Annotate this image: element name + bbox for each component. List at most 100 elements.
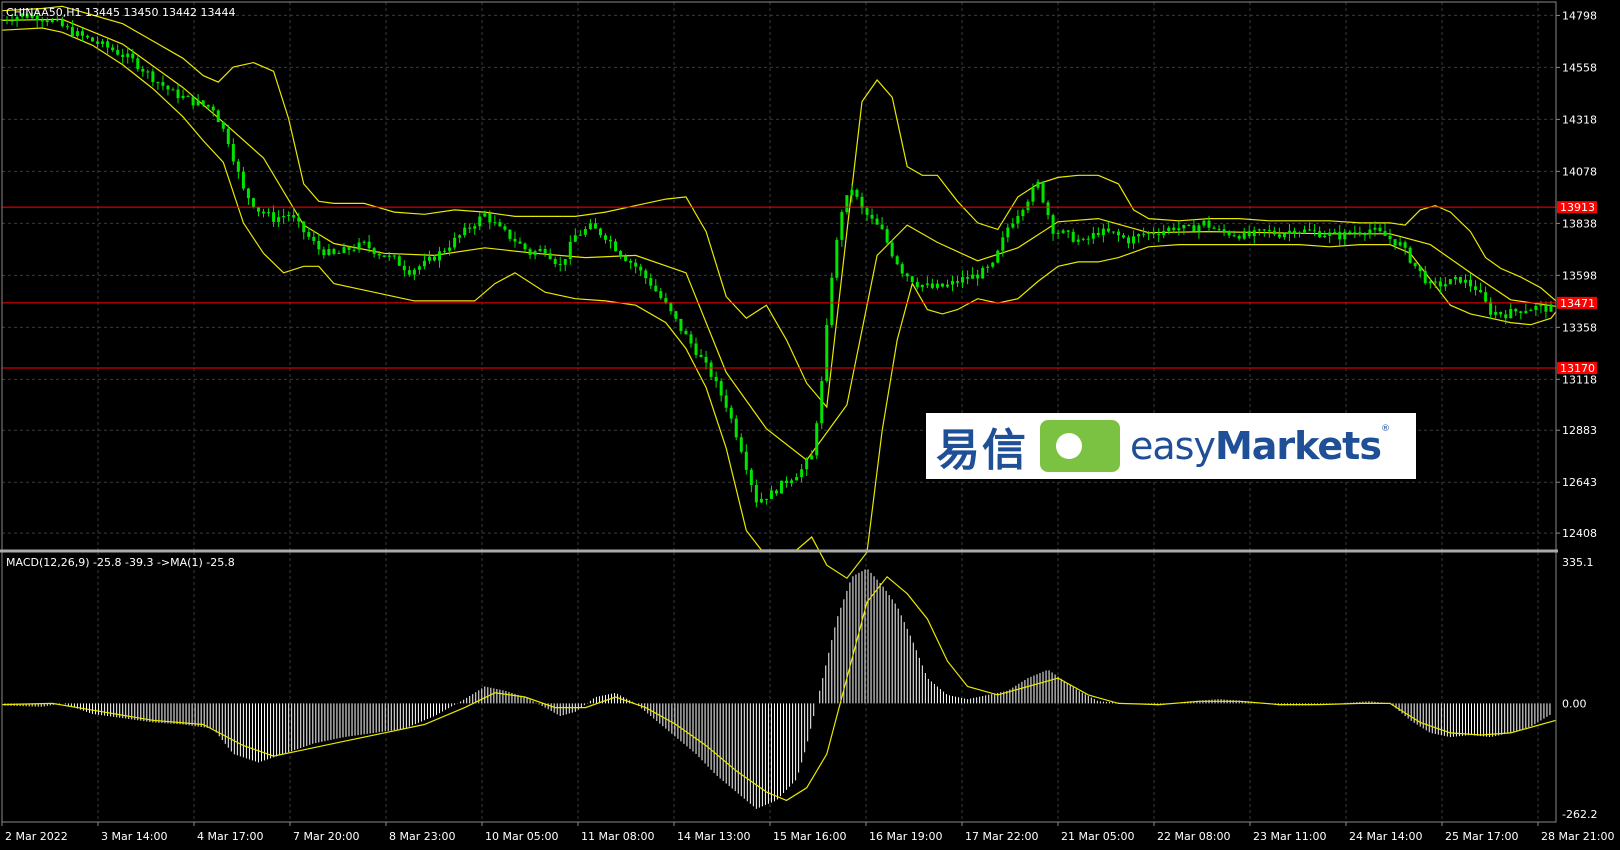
candle-body [473, 226, 477, 229]
candle-body [1549, 304, 1553, 312]
candle-body [121, 54, 125, 58]
price-axis-label: 12408 [1562, 527, 1597, 540]
candle-body [699, 354, 703, 357]
candle-body [1202, 220, 1206, 226]
time-axis-label: 2 Mar 2022 [5, 830, 68, 843]
candle-body [1353, 232, 1357, 234]
candle-body [609, 239, 613, 242]
candle-body [327, 249, 331, 255]
candle-body [1514, 308, 1518, 312]
macd-label: MACD(12,26,9) -25.8 -39.3 ->MA(1) -25.8 [6, 556, 235, 569]
candle-body [810, 455, 814, 460]
candle-body [543, 248, 547, 254]
price-axis-label: 13358 [1562, 321, 1597, 334]
candle-body [272, 212, 276, 222]
candle-body [1227, 231, 1231, 236]
candle-body [453, 237, 457, 248]
level-price-label: 13913 [1560, 201, 1595, 214]
candle-body [1494, 312, 1498, 315]
candle-body [146, 71, 150, 73]
candle-body [256, 207, 260, 212]
candle-body [598, 228, 602, 236]
candle-body [795, 476, 799, 481]
candle-body [1479, 289, 1483, 293]
time-axis-label: 24 Mar 14:00 [1349, 830, 1422, 843]
candle-body [603, 235, 607, 240]
candle-body [769, 490, 773, 500]
candle-body [367, 241, 371, 249]
candle-body [246, 188, 250, 199]
level-price-label: 13471 [1560, 297, 1595, 310]
candle-body [1222, 229, 1226, 232]
candle-body [774, 490, 778, 494]
candle-body [1257, 229, 1261, 231]
candle-body [1438, 281, 1442, 287]
candle-body [875, 218, 879, 225]
candle-body [1147, 232, 1151, 234]
candle-body [749, 469, 753, 486]
candle-body [885, 229, 889, 243]
candle-body [568, 241, 572, 260]
candle-body [463, 227, 467, 236]
price-axis-label: 14078 [1562, 165, 1597, 178]
candle-body [553, 259, 557, 265]
symbol-label: CHINAA50,H1 13445 13450 13442 13444 [6, 6, 236, 19]
candle-body [136, 58, 140, 69]
candle-body [845, 195, 849, 213]
candle-body [1504, 314, 1508, 319]
candle-body [503, 226, 507, 230]
candle-body [352, 249, 356, 251]
candle-body [262, 211, 266, 214]
candle-body [1152, 232, 1156, 235]
candle-body [644, 270, 648, 279]
candle-body [50, 20, 54, 23]
candle-body [201, 100, 205, 105]
candle-body [478, 216, 482, 227]
candle-body [805, 459, 809, 470]
candle-body [427, 256, 431, 261]
candle-body [1157, 234, 1161, 236]
candle-body [558, 264, 562, 266]
candle-body [1036, 181, 1040, 188]
candle-body [1333, 231, 1337, 233]
price-axis-label: 13118 [1562, 373, 1597, 386]
candle-body [764, 498, 768, 500]
candle-body [1378, 227, 1382, 232]
candle-body [267, 212, 271, 214]
candle-body [1247, 231, 1251, 237]
candle-body [362, 241, 366, 243]
price-axis-label: 12883 [1562, 424, 1597, 437]
candle-body [1363, 233, 1367, 235]
candle-body [1318, 231, 1322, 238]
candle-body [1071, 231, 1075, 242]
time-axis-label: 15 Mar 16:00 [773, 830, 846, 843]
price-axis-label: 14798 [1562, 9, 1597, 22]
candle-body [935, 283, 939, 288]
candle-body [106, 41, 110, 48]
candle-body [714, 376, 718, 382]
candle-body [1298, 232, 1302, 234]
candle-body [940, 283, 944, 287]
candle-body [287, 214, 291, 217]
candle-body [1101, 228, 1105, 236]
candle-body [734, 418, 738, 438]
candle-body [70, 27, 74, 36]
candle-body [624, 256, 628, 261]
candle-body [1011, 223, 1015, 228]
time-axis-label: 14 Mar 13:00 [677, 830, 750, 843]
candle-body [1282, 233, 1286, 238]
candle-body [704, 356, 708, 363]
candle-body [513, 238, 517, 242]
candle-body [1292, 230, 1296, 234]
candle-body [216, 110, 220, 123]
candle-body [1534, 305, 1538, 310]
candle-body [111, 47, 115, 51]
candle-body [1132, 236, 1136, 244]
easymarkets-logo: 易信 easyMarkets® [926, 413, 1416, 479]
candle-body [1021, 209, 1025, 216]
candle-body [1368, 229, 1372, 235]
candle-body [55, 19, 59, 21]
candle-body [971, 274, 975, 279]
candle-body [317, 240, 321, 250]
candle-body [498, 222, 502, 227]
